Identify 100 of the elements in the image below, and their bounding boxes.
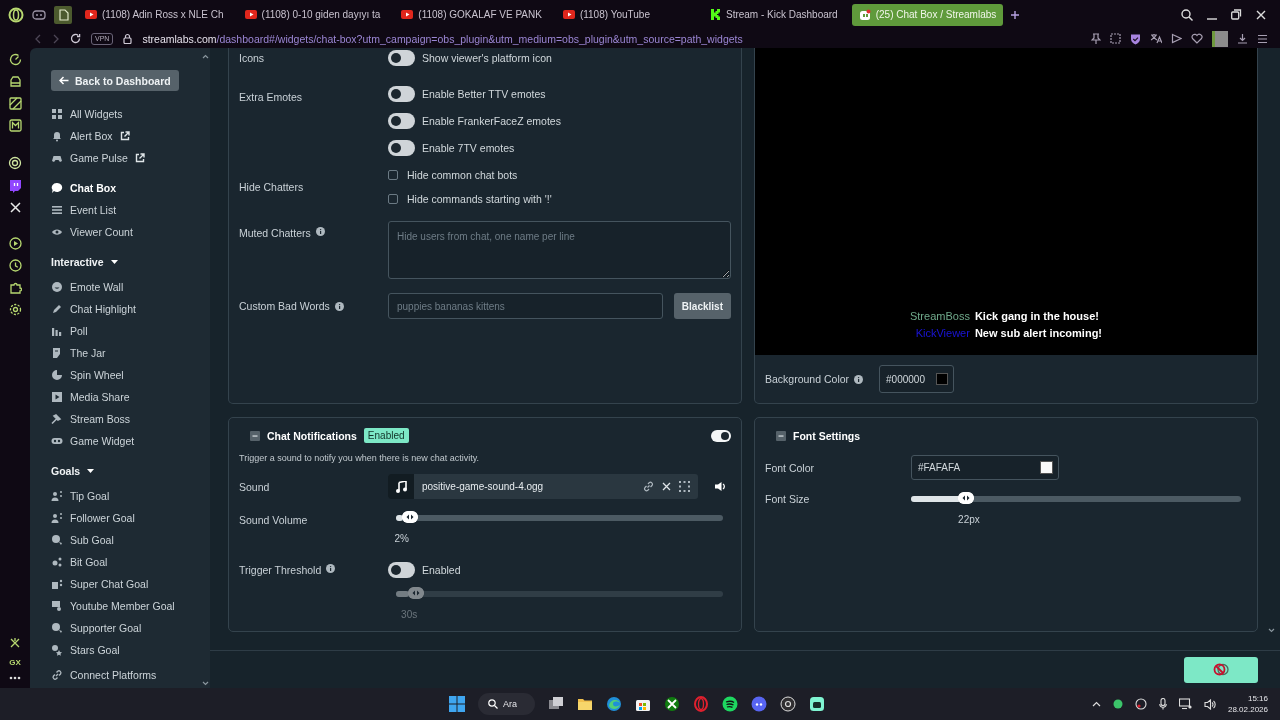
section-heading[interactable]: Interactive (51, 256, 104, 268)
globe-icon[interactable] (606, 696, 622, 712)
sidebar-item[interactable]: Spin Wheel (51, 364, 200, 386)
scroll-up-icon[interactable] (201, 54, 209, 59)
input-field[interactable]: puppies bananas kittens (388, 293, 663, 319)
checkbox[interactable] (388, 194, 398, 204)
more-icon[interactable] (9, 676, 21, 680)
play-circle-icon[interactable] (8, 237, 22, 250)
gx-badge[interactable]: GX (9, 658, 21, 667)
speed-dial-icon[interactable] (8, 53, 22, 66)
clock-icon[interactable] (8, 259, 22, 272)
sidebar-item[interactable]: The Jar (51, 342, 200, 364)
toggle-switch[interactable] (711, 429, 731, 442)
sidebar-item[interactable]: Youtube Member Goal (51, 595, 200, 617)
color-swatch[interactable] (936, 373, 949, 385)
status-dot-icon[interactable] (1112, 699, 1123, 709)
profile-avatar[interactable] (1212, 30, 1228, 47)
x-ball-icon[interactable] (664, 696, 680, 712)
browser-tab[interactable]: (1108) YouTube (555, 3, 657, 26)
controller-face-icon[interactable] (751, 696, 767, 712)
sidebar-item[interactable]: Alert Box (51, 125, 200, 147)
send-icon[interactable] (1171, 33, 1182, 44)
sidebar-item[interactable]: Super Chat Goal (51, 573, 200, 595)
striped-icon[interactable] (8, 97, 22, 110)
slider-thumb[interactable] (402, 511, 419, 523)
sidebar-item[interactable]: Bit Goal (51, 551, 200, 573)
sidebar-item[interactable]: Follower Goal (51, 507, 200, 529)
blacklist-button[interactable]: Blacklist (673, 293, 731, 319)
sidebar-item[interactable]: All Widgets (51, 103, 200, 125)
aperture-icon[interactable] (780, 696, 796, 712)
robot-icon[interactable] (809, 696, 825, 712)
checkbox[interactable] (388, 170, 398, 180)
sidebar-item[interactable]: Media Share (51, 386, 200, 408)
caret-icon[interactable] (109, 258, 119, 266)
connect-platforms-link[interactable]: Connect Platforms (51, 669, 200, 681)
heart-icon[interactable] (1191, 33, 1203, 44)
address-bar[interactable]: streamlabs.com/dashboard#/widgets/chat-box?utm_campaign=obs_plugin&utm_medium=obs_plugin&utm_source=path_widgets (142, 32, 743, 45)
collapse-icon[interactable] (250, 430, 260, 441)
action-button[interactable] (1184, 656, 1258, 683)
browser-tab[interactable]: (1108) 0-10 giden dayıyı ta (237, 3, 388, 26)
windows-icon[interactable] (548, 696, 564, 712)
toggle-switch[interactable] (388, 85, 415, 102)
monitor-icon[interactable] (1178, 698, 1192, 710)
snapshot-icon[interactable] (1110, 33, 1121, 44)
sidebar-item[interactable]: Stream Boss (51, 408, 200, 430)
sidebar-item[interactable]: Chat Highlight (51, 298, 200, 320)
taskbar-search[interactable]: Ara (478, 693, 535, 715)
sidebar-item[interactable]: Tip Goal (51, 485, 200, 507)
gamepad-icon[interactable] (32, 8, 46, 21)
sound-field[interactable]: positive-game-sound-4.ogg (388, 474, 698, 499)
chat-box-icon[interactable] (8, 179, 22, 193)
slider-thumb[interactable] (958, 492, 975, 504)
browser-logo-icon[interactable] (8, 6, 24, 23)
sidebar-item[interactable]: Viewer Count (51, 221, 200, 243)
puzzle-icon[interactable] (8, 281, 22, 294)
color-swatch[interactable] (1040, 461, 1053, 474)
browser-tab[interactable]: (1108) Adin Ross x NLE Ch (78, 3, 231, 26)
sidebar-item[interactable]: Sub Goal (51, 529, 200, 551)
back-button[interactable]: Back to Dashboard (51, 70, 179, 91)
toggle-switch[interactable] (388, 112, 415, 129)
sidebar-item[interactable]: Supporter Goal (51, 617, 200, 639)
settings-icon[interactable] (8, 303, 22, 316)
scroll-down-icon[interactable] (1268, 628, 1275, 633)
x-mark-icon[interactable] (9, 202, 21, 213)
start-icon[interactable] (449, 696, 465, 712)
pin-icon[interactable] (1091, 33, 1101, 44)
browser-tab[interactable]: Stream - Kick Dashboard (703, 3, 845, 26)
clock-date[interactable]: 28.02.2026 (1227, 704, 1268, 715)
clock-time[interactable]: 15:16 (1247, 693, 1268, 704)
new-tab-icon[interactable] (1010, 9, 1021, 20)
m-square-icon[interactable] (8, 119, 22, 132)
text-area[interactable]: Hide users from chat, one name per line (388, 221, 731, 279)
flower-icon[interactable] (8, 156, 22, 170)
restore-icon[interactable] (1231, 9, 1242, 20)
section-heading[interactable]: Goals (51, 465, 81, 477)
grid-dots-icon[interactable] (679, 481, 690, 492)
reload-icon[interactable] (70, 33, 81, 44)
aperture-icon[interactable] (1134, 698, 1147, 710)
folder-icon[interactable] (577, 696, 593, 712)
close-icon[interactable] (1256, 9, 1266, 20)
toggle-switch[interactable] (388, 49, 415, 66)
chevron-up-icon[interactable] (1091, 701, 1101, 707)
toggle-switch[interactable] (388, 139, 415, 156)
shield-icon[interactable] (1130, 32, 1141, 45)
translate-icon[interactable] (1150, 33, 1162, 44)
sidebar-item[interactable]: Stars Goal (51, 639, 200, 661)
sidebar-item[interactable]: Event List (51, 199, 200, 221)
sidebar-item[interactable]: Game Pulse (51, 147, 200, 169)
color-field[interactable]: #FAFAFA (911, 455, 1059, 480)
microphone-icon[interactable] (1158, 698, 1167, 710)
caret-icon[interactable] (86, 467, 96, 475)
collapse-icon[interactable] (776, 430, 786, 441)
ring-icon[interactable] (693, 696, 709, 712)
speaker-icon[interactable] (714, 481, 726, 492)
download-icon[interactable] (1237, 33, 1248, 44)
sidebar-item[interactable]: Poll (51, 320, 200, 342)
tray-icon[interactable] (8, 75, 22, 88)
close-icon[interactable] (662, 482, 671, 491)
scroll-down-icon[interactable] (201, 681, 209, 686)
sidebar-item[interactable]: Emote Wall (51, 276, 200, 298)
